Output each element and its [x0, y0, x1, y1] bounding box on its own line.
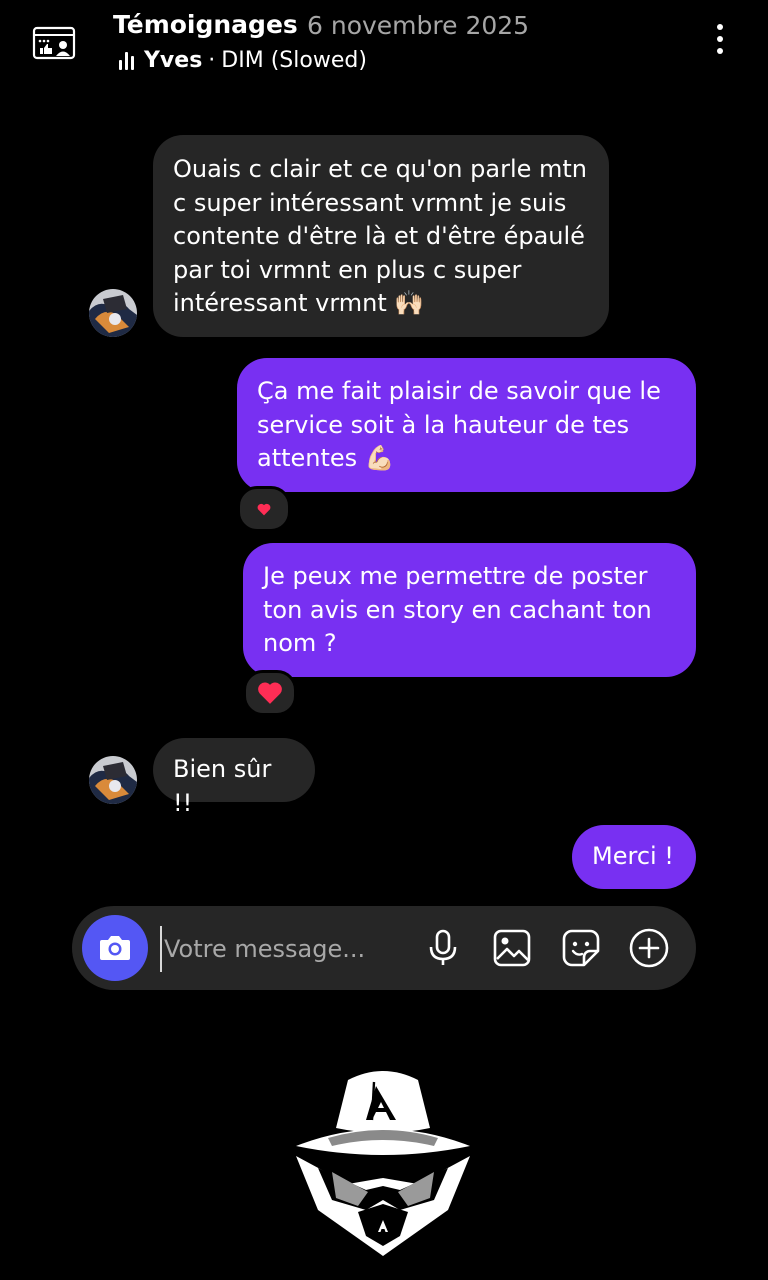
sticker-icon [562, 929, 600, 967]
avatar[interactable] [89, 289, 137, 337]
brand-logo [296, 1071, 470, 1256]
heart-icon [258, 682, 282, 704]
camera-button[interactable] [82, 915, 148, 981]
music-separator: · [208, 48, 216, 73]
microphone-icon [429, 929, 457, 965]
add-button[interactable] [627, 926, 671, 970]
message-text: Merci ! [592, 842, 674, 870]
avatar[interactable] [89, 756, 137, 804]
message-reaction[interactable]: ❤️ [243, 670, 297, 716]
more-options-icon[interactable] [708, 24, 732, 60]
gallery-icon [493, 929, 531, 967]
reviews-icon [32, 26, 76, 60]
add-icon [629, 928, 669, 968]
message-reaction[interactable]: ❤️ [237, 486, 291, 532]
chat-header: Témoignages 6 novembre 2025 Yves · DIM (… [0, 0, 768, 90]
message-bubble-outgoing[interactable]: Merci ! [572, 825, 696, 889]
music-info[interactable]: Yves · DIM (Slowed) [119, 48, 367, 73]
message-text: Ouais c clair et ce qu'on parle mtn c su… [173, 155, 587, 317]
music-track: DIM (Slowed) [221, 48, 367, 73]
camera-icon [100, 936, 130, 960]
microphone-button[interactable] [421, 926, 465, 970]
chat-date: 6 novembre 2025 [307, 11, 530, 40]
message-text: Ça me fait plaisir de savoir que le serv… [257, 377, 661, 472]
chat-title: Témoignages [113, 10, 298, 39]
music-bars-icon [119, 51, 134, 70]
message-text: Bien sûr !! [173, 755, 272, 817]
message-input[interactable] [160, 926, 406, 972]
message-bubble-incoming[interactable]: Bien sûr !! [153, 738, 315, 817]
message-bubble-outgoing[interactable]: Je peux me permettre de poster ton avis … [243, 543, 696, 677]
message-text: Je peux me permettre de poster ton avis … [263, 562, 652, 657]
message-composer [72, 906, 696, 990]
sticker-button[interactable] [559, 926, 603, 970]
music-artist: Yves [144, 48, 203, 73]
message-bubble-outgoing[interactable]: Ça me fait plaisir de savoir que le serv… [237, 358, 696, 492]
heart-icon [257, 503, 271, 515]
message-bubble-incoming[interactable]: Ouais c clair et ce qu'on parle mtn c su… [153, 135, 609, 337]
gallery-button[interactable] [490, 926, 534, 970]
